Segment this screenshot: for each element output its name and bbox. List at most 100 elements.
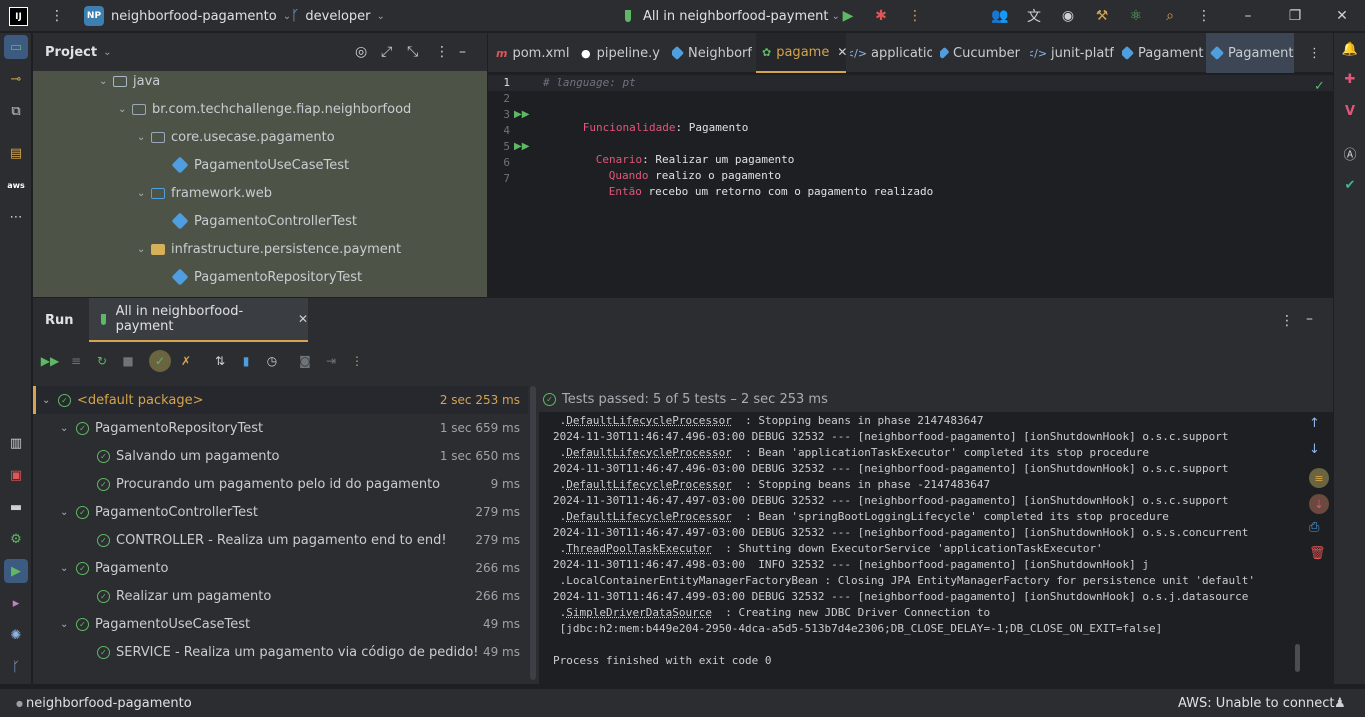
branch-selector[interactable]: ᚴ developer ⌄ [291, 0, 385, 32]
tab-pom[interactable]: m pom.xml ( [496, 33, 574, 73]
aws-connection-status[interactable]: AWS: Unable to connect [1178, 696, 1335, 711]
tree-item-controller-test[interactable]: PagamentoControllerTest [171, 207, 357, 235]
project-selector[interactable]: NP neighborfood-pagamento ⌄ [84, 0, 291, 32]
more-options-icon[interactable]: ⋮ [346, 350, 368, 372]
run-icon[interactable]: ▶ [841, 0, 855, 32]
tree-item-persistence-package[interactable]: ⌄ infrastructure.persistence.payment [137, 235, 401, 263]
expand-arrow-icon[interactable]: ⌄ [42, 395, 58, 406]
problems-icon[interactable]: ✺ [4, 623, 28, 647]
tab-more-icon[interactable]: ⋮ [1308, 33, 1322, 73]
status-project-name[interactable]: neighborfood-pagamento [26, 696, 192, 711]
run-scenario-gutter-icon[interactable]: ▶▶ [514, 141, 529, 152]
rerun-failed-icon[interactable]: ≡ [65, 350, 87, 372]
structure-icon[interactable]: ⧉ [4, 99, 28, 123]
console-class-link[interactable]: DefaultLifecycleProcessor [566, 414, 732, 427]
test-row-realizar-pagamento[interactable]: ✓ Realizar um pagamento 266 ms [33, 582, 528, 610]
console-class-link[interactable]: DefaultLifecycleProcessor [566, 478, 732, 491]
react-icon[interactable]: ⚛ [1127, 0, 1145, 32]
intellij-logo-icon[interactable]: IJ [9, 7, 28, 26]
clear-all-icon[interactable]: 🗑 [1309, 546, 1326, 561]
main-menu-icon[interactable]: ⋮ [50, 0, 64, 32]
scroll-down-icon[interactable]: ↓ [1309, 442, 1320, 457]
plugin-icon[interactable]: ✚ [1338, 67, 1362, 91]
ai-assistant-icon[interactable]: Ⓐ [1338, 141, 1362, 165]
code-area[interactable]: 1 2 3 4 5 6 7 ▶▶ ▶▶ # language: pt Funci… [488, 73, 1333, 297]
run-config-tab[interactable]: All in neighborfood-payment ✕ [89, 298, 308, 342]
record-icon[interactable]: ◉ [1061, 0, 1075, 32]
database-icon[interactable]: ▤ [4, 141, 28, 165]
expand-arrow-icon[interactable]: ⌄ [60, 619, 76, 630]
test-row-save[interactable]: ✓ Salvando um pagamento 1 sec 650 ms [33, 442, 528, 470]
test-row-controller[interactable]: ⌄ ✓ PagamentoControllerTest 279 ms [33, 498, 528, 526]
aws-icon[interactable]: aws [4, 173, 28, 197]
tree-item-package[interactable]: ⌄ br.com.techchallenge.fiap.neighborfood [118, 95, 411, 123]
close-tab-icon[interactable]: ✕ [837, 45, 846, 59]
expand-arrow-icon[interactable]: ⌄ [60, 507, 76, 518]
storage-icon[interactable]: ▬ [4, 495, 28, 519]
tab-neighborfood[interactable]: Neighborf [672, 33, 752, 73]
tab-pagamento-2[interactable]: Pagament [1206, 33, 1294, 73]
tab-cucumber[interactable]: Cucumber [940, 33, 1020, 73]
tab-pagamento-1[interactable]: Pagament [1122, 33, 1204, 73]
expand-all-icon[interactable]: ⤢ [381, 44, 392, 60]
scroll-to-end-icon[interactable]: ⇣ [1309, 494, 1329, 514]
chevron-down-icon[interactable]: ⌄ [103, 47, 111, 58]
soft-wrap-icon[interactable]: ≡ [1309, 468, 1329, 488]
expand-arrow-icon[interactable]: ⌄ [60, 563, 76, 574]
run-tool-icon[interactable]: ▶ [4, 559, 28, 583]
sort-icon[interactable]: ⇅ [209, 350, 231, 372]
close-tab-icon[interactable]: ✕ [298, 312, 308, 326]
toggle-auto-test-icon[interactable]: ↻ [91, 350, 113, 372]
run-options-icon[interactable]: ⋮ [1280, 313, 1294, 329]
import-tests-icon[interactable]: ▮ [235, 350, 257, 372]
code-with-me-icon[interactable]: 👥 [991, 0, 1009, 32]
tree-item-usecase-test[interactable]: PagamentoUseCaseTest [171, 151, 349, 179]
hide-run-panel-icon[interactable]: – [1306, 311, 1313, 327]
tree-item-usecase-package[interactable]: ⌄ core.usecase.pagamento [137, 123, 335, 151]
run-config-selector[interactable]: All in neighborfood-payment ⌄ [625, 0, 840, 32]
stop-icon[interactable]: ■ [117, 350, 139, 372]
check-status-icon[interactable]: ✔ [1338, 173, 1362, 197]
export-icon[interactable]: ⇥ [320, 350, 342, 372]
tab-application[interactable]: </> applicatio [850, 33, 932, 73]
notebook-icon[interactable]: ▥ [4, 431, 28, 455]
test-row-pagamento-feature[interactable]: ⌄ ✓ Pagamento 266 ms [33, 554, 528, 582]
test-row-find-by-id[interactable]: ✓ Procurando um pagamento pelo id do pag… [33, 470, 528, 498]
scroll-up-icon[interactable]: ↑ [1309, 416, 1320, 431]
vue-icon[interactable]: V [1338, 99, 1362, 123]
tab-junit-platform[interactable]: </> junit-platf [1030, 33, 1114, 73]
commit-icon[interactable]: ⊸ [4, 67, 28, 91]
notifications-icon[interactable]: 🔔 [1338, 37, 1362, 61]
test-row-default-package[interactable]: ⌄ ✓ <default package> 2 sec 253 ms [33, 386, 528, 414]
run-feature-gutter-icon[interactable]: ▶▶ [514, 109, 529, 120]
project-panel-title[interactable]: Project [45, 45, 97, 60]
tree-item-java[interactable]: ⌄ java [99, 67, 160, 95]
options-icon[interactable]: ⋮ [435, 44, 449, 60]
console-class-link[interactable]: DefaultLifecycleProcessor [566, 446, 732, 459]
services-icon[interactable]: ⚙ [4, 527, 28, 551]
console-class-link[interactable]: DefaultLifecycleProcessor [566, 510, 732, 523]
test-row-usecase[interactable]: ⌄ ✓ PagamentoUseCaseTest 49 ms [33, 610, 528, 638]
test-row-repository[interactable]: ⌄ ✓ PagamentoRepositoryTest 1 sec 659 ms [33, 414, 528, 442]
close-window-icon[interactable]: ✕ [1335, 0, 1349, 32]
console-class-link[interactable]: ThreadPoolTaskExecutor [566, 542, 712, 555]
translate-icon[interactable]: 文 [1025, 0, 1043, 32]
search-icon[interactable]: ⌕ [1162, 0, 1178, 32]
show-passed-icon[interactable]: ✓ [149, 350, 171, 372]
history-icon[interactable]: ◷ [261, 350, 283, 372]
test-row-controller-e2e[interactable]: ✓ CONTROLLER - Realiza um pagamento end … [33, 526, 528, 554]
hide-panel-icon[interactable]: – [459, 44, 466, 60]
project-view-icon[interactable]: ▭ [4, 35, 28, 59]
settings-more-icon[interactable]: ⋮ [1197, 0, 1211, 32]
locate-icon[interactable]: ◎ [355, 44, 367, 60]
restore-icon[interactable]: ❐ [1288, 0, 1302, 32]
tab-pipeline[interactable]: ● pipeline.y [580, 33, 660, 73]
tree-item-web-package[interactable]: ⌄ framework.web [137, 179, 272, 207]
console-output[interactable]: ✓ Tests passed: 5 of 5 tests – 2 sec 253… [539, 386, 1333, 684]
expand-arrow-icon[interactable]: ⌄ [60, 423, 76, 434]
console-class-link[interactable]: SimpleDriverDataSource [566, 606, 712, 619]
minimize-icon[interactable]: – [1241, 0, 1255, 32]
debug-icon[interactable]: ✱ [874, 0, 888, 32]
build-tools-icon[interactable]: ⚒ [1094, 0, 1110, 32]
tab-pagamento-feature[interactable]: ✿ pagame ✕ [756, 33, 846, 73]
